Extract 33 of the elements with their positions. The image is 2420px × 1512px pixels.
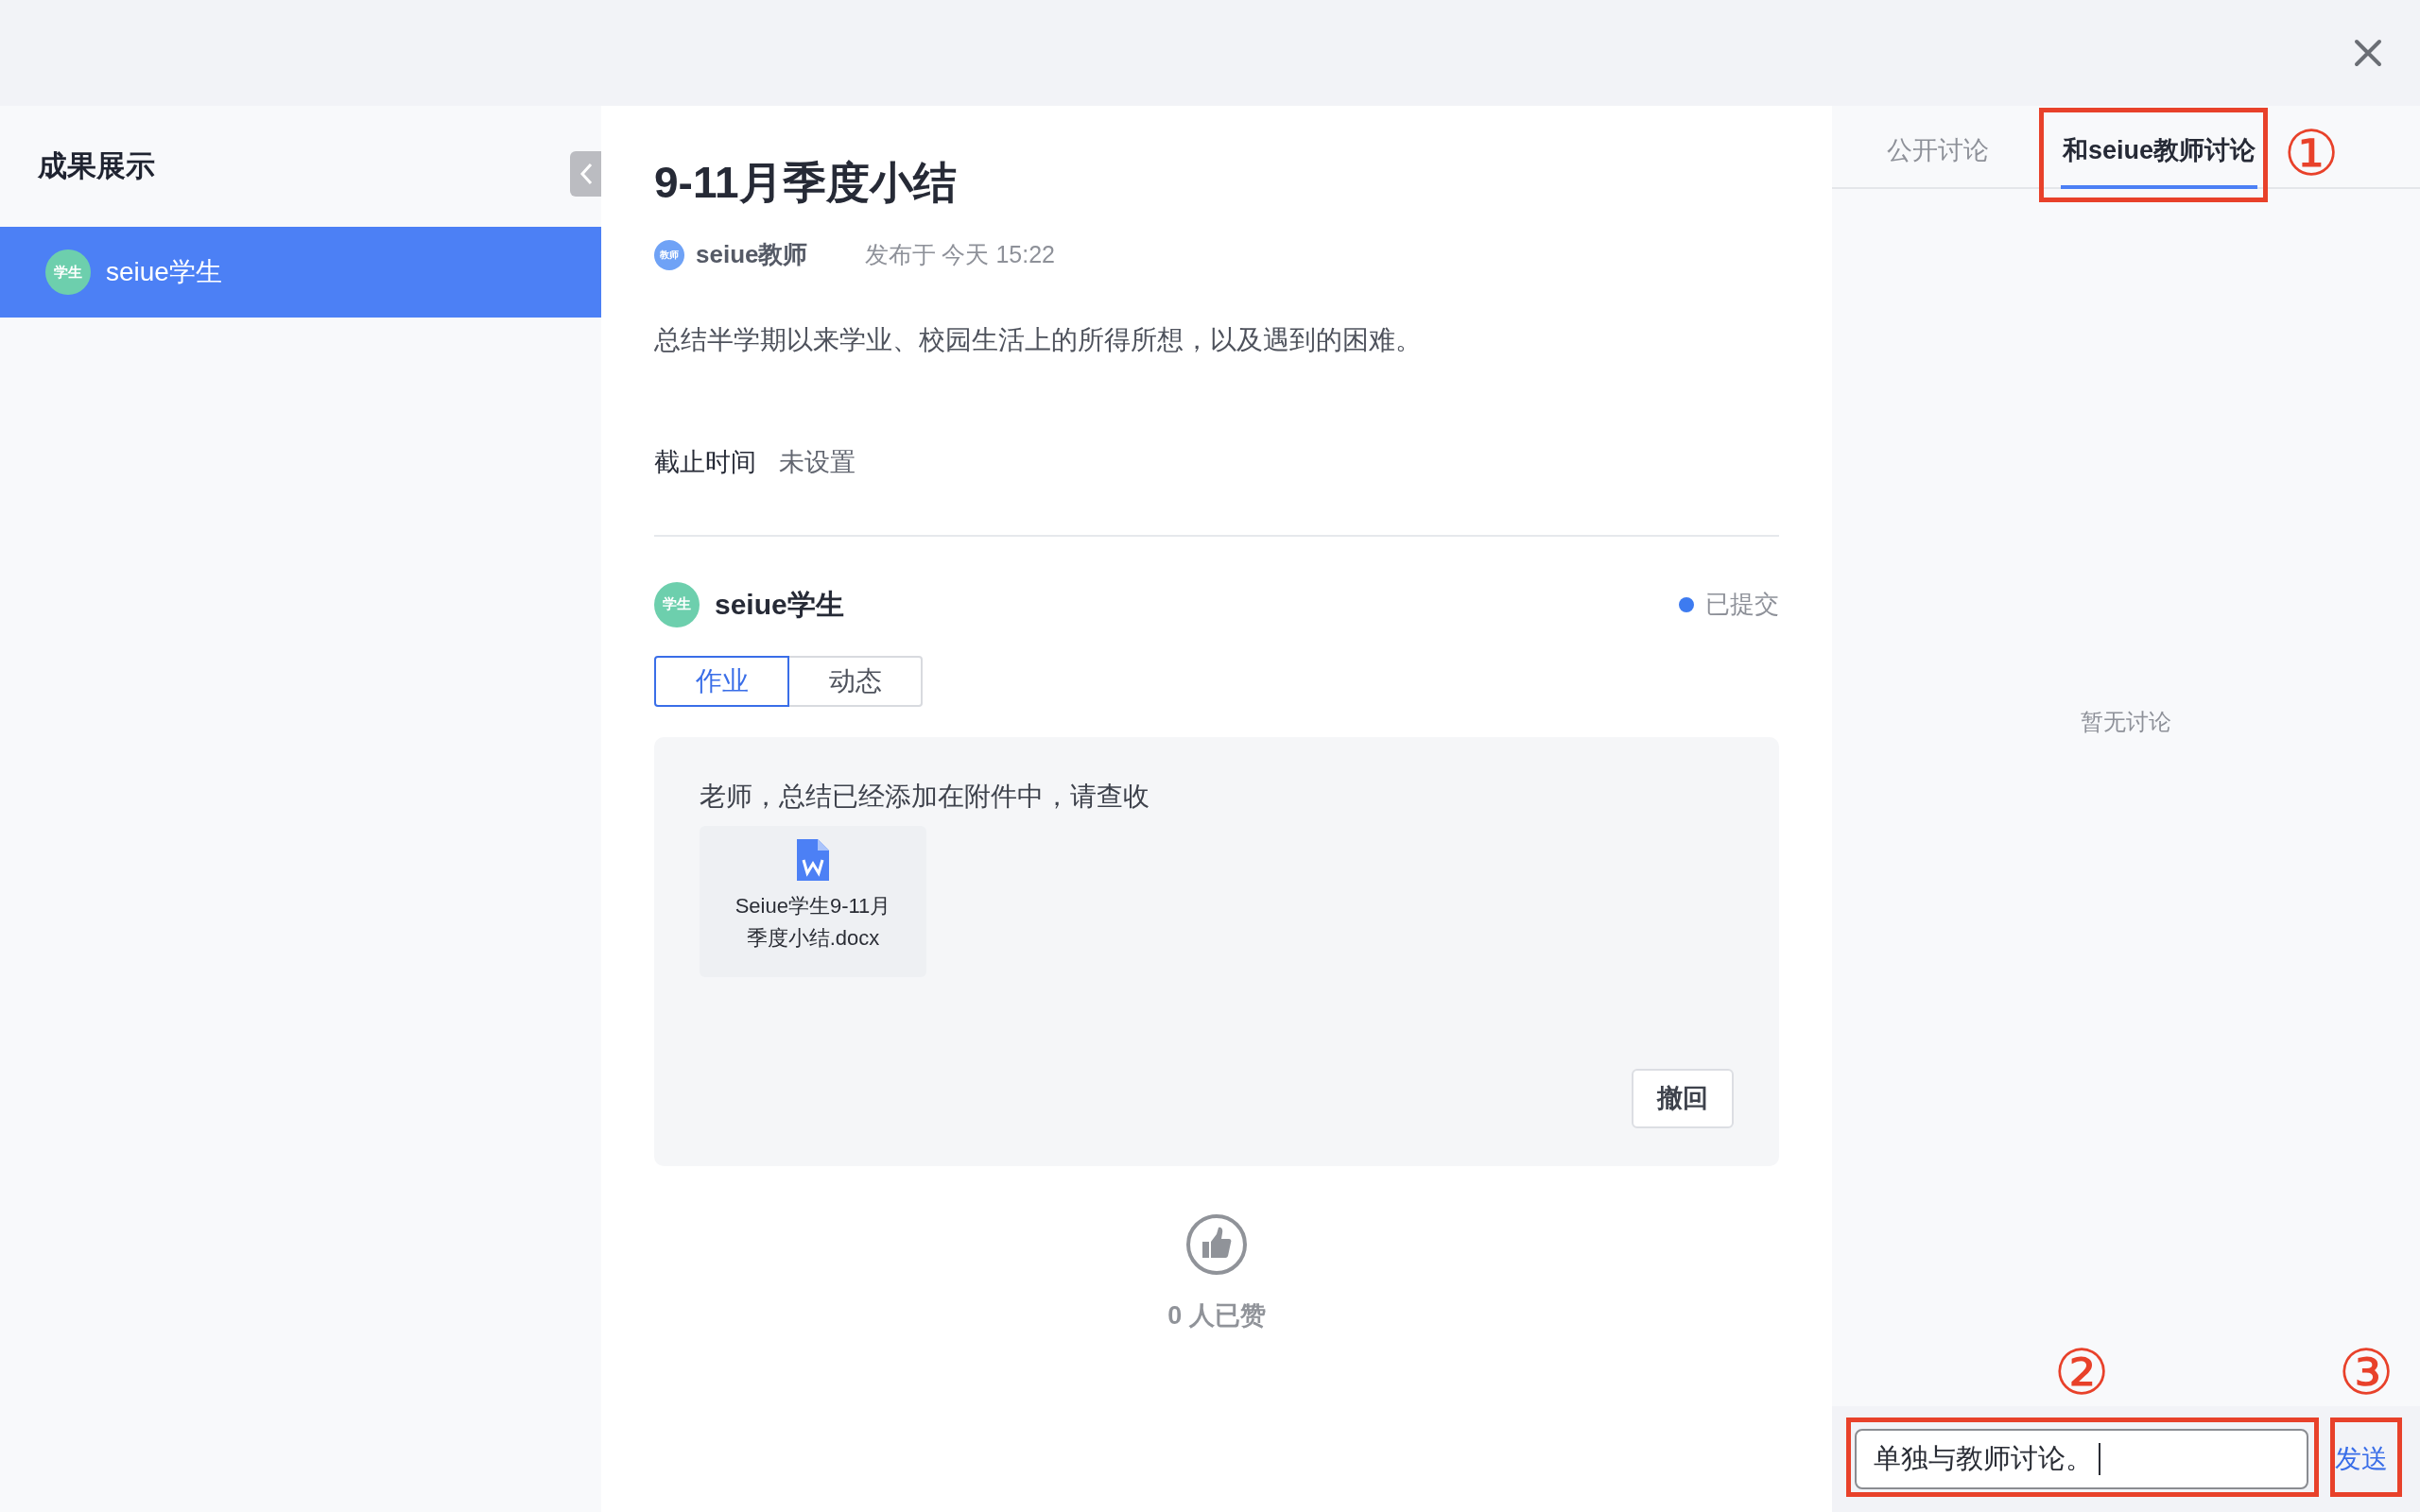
annotation-number: ③	[2337, 1339, 2395, 1407]
sidebar-title: 成果展示	[38, 147, 155, 184]
sidebar-item[interactable]: 学生 seiue学生	[0, 227, 601, 318]
student-avatar: 学生	[654, 581, 700, 627]
discussion-tab[interactable]: 和seiue教师讨论	[2061, 115, 2258, 189]
assignment-description: 总结半学期以来学业、校园生活上的所得所想，以及遇到的困难。	[654, 324, 1423, 356]
attachment-name: Seiue学生9-11月季度小结.docx	[734, 892, 892, 952]
annotation-number: ①	[2282, 120, 2341, 188]
close-icon[interactable]	[2354, 39, 2382, 67]
student-name: seiue学生	[715, 588, 844, 622]
chevron-left-icon	[579, 163, 593, 185]
deadline-label: 截止时间	[654, 447, 756, 478]
submission-message: 老师，总结已经添加在附件中，请查收	[700, 780, 1150, 813]
submission-tab[interactable]: 动态	[787, 655, 923, 707]
teacher-avatar: 教师	[654, 239, 684, 270]
assignment-title: 9-11月季度小结	[654, 157, 958, 209]
submission-tab[interactable]: 作业	[654, 655, 789, 707]
publish-time: 发布于 今天 15:22	[864, 239, 1055, 269]
deadline-value: 未设置	[779, 447, 856, 478]
teacher-name: seiue教师	[696, 239, 808, 270]
word-document-icon	[797, 838, 829, 881]
attachment-tile[interactable]: Seiue学生9-11月季度小结.docx	[700, 825, 926, 977]
annotation-number: ②	[2052, 1339, 2111, 1407]
student-avatar: 学生	[45, 249, 91, 295]
message-input[interactable]: 单独与教师讨论。	[1855, 1429, 2308, 1489]
student-name: seiue学生	[106, 256, 222, 288]
send-button[interactable]: 发送	[2329, 1430, 2394, 1488]
thumbs-up-icon[interactable]	[1185, 1212, 1248, 1276]
empty-message: 暂无讨论	[2081, 708, 2171, 736]
revoke-button[interactable]: 撤回	[1632, 1068, 1734, 1128]
status-text: 已提交	[1705, 589, 1779, 620]
likes-count: 0 人已赞	[1167, 1299, 1266, 1332]
collapse-button[interactable]	[570, 151, 601, 197]
